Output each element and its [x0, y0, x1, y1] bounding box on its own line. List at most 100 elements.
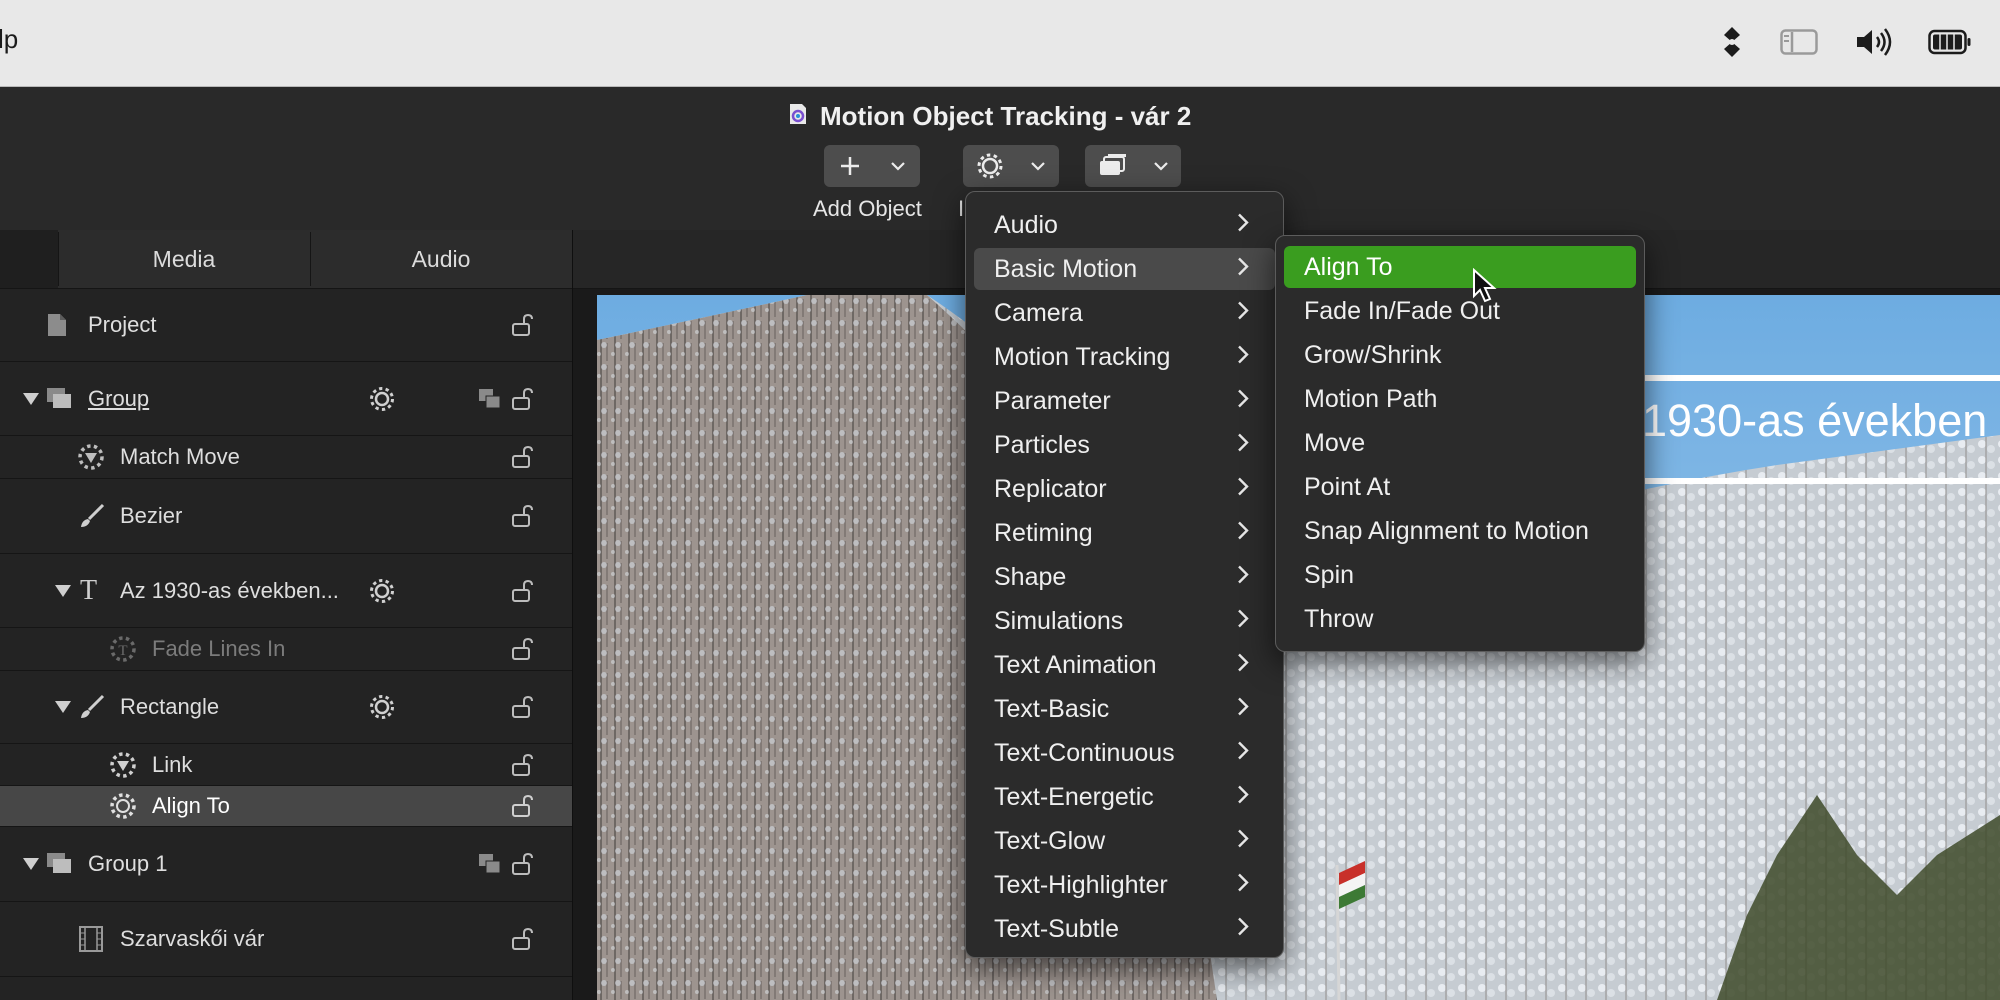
behaviors-menu-item-text-animation[interactable]: Text Animation: [974, 644, 1275, 686]
behaviors-menu-item-text-glow[interactable]: Text-Glow: [974, 820, 1275, 862]
add-object-label: Add Object: [813, 196, 922, 221]
tab-spacer: [0, 230, 58, 288]
behaviors-menu-item-motion-tracking[interactable]: Motion Tracking: [974, 336, 1275, 378]
layer-align-to[interactable]: Align To: [0, 786, 572, 827]
menu-item-label: Text-Subtle: [994, 914, 1120, 943]
gear-icon[interactable]: [368, 693, 396, 721]
behaviors-menu-item-parameter[interactable]: Parameter: [974, 380, 1275, 422]
film-icon: [78, 925, 104, 953]
isolate-icon[interactable]: [478, 388, 502, 410]
behaviors-menu-item-replicator[interactable]: Replicator: [974, 468, 1275, 510]
behaviors-menu-item-text-subtle[interactable]: Text-Subtle: [974, 908, 1275, 950]
submenu-item-motion-path[interactable]: Motion Path: [1284, 378, 1636, 420]
menu-item-label: Text-Highlighter: [994, 870, 1168, 899]
layer-project[interactable]: Project: [0, 289, 572, 362]
layer-footage[interactable]: Szarvaskői vár: [0, 902, 572, 977]
behaviors-menu-item-shape[interactable]: Shape: [974, 556, 1275, 598]
layer-group-1[interactable]: Group 1: [0, 827, 572, 902]
layer-match-move[interactable]: Match Move: [0, 436, 572, 479]
chevron-right-icon: [1237, 563, 1249, 592]
menu-item-label: Motion Tracking: [994, 342, 1171, 371]
chevron-right-icon: [1237, 607, 1249, 636]
menu-item-label: Text-Continuous: [994, 738, 1175, 767]
lock-open-icon[interactable]: [510, 753, 534, 777]
submenu-item-snap-alignment-to-motion[interactable]: Snap Alignment to Motion: [1284, 510, 1636, 552]
layer-bezier[interactable]: Bezier: [0, 479, 572, 554]
layer-rectangle[interactable]: Rectangle: [0, 671, 572, 744]
chevron-right-icon: [1237, 343, 1249, 372]
behaviors-menu-item-text-basic[interactable]: Text-Basic: [974, 688, 1275, 730]
menu-item-label: Particles: [994, 430, 1090, 459]
behaviors-menu-item-camera[interactable]: Camera: [974, 292, 1275, 334]
gear-icon[interactable]: [368, 577, 396, 605]
menu-item-label: Motion Path: [1304, 384, 1438, 413]
isolate-icon[interactable]: [478, 853, 502, 875]
app-menu-fragment[interactable]: lp: [0, 24, 18, 55]
lock-open-icon[interactable]: [510, 637, 534, 661]
submenu-item-fade-in-fade-out[interactable]: Fade In/Fade Out: [1284, 290, 1636, 332]
menu-bar: lp: [0, 0, 2000, 87]
behaviors-button[interactable]: [963, 145, 1059, 187]
lock-open-icon[interactable]: [510, 387, 534, 411]
behaviors-menu-item-text-energetic[interactable]: Text-Energetic: [974, 776, 1275, 818]
document-icon: [46, 312, 68, 338]
group-icon: [46, 852, 74, 876]
submenu-item-throw[interactable]: Throw: [1284, 598, 1636, 640]
disclosure-triangle-icon[interactable]: [22, 392, 40, 406]
battery-icon[interactable]: [1926, 22, 1974, 62]
behavior-icon: [108, 750, 138, 780]
svg-text:T: T: [118, 643, 127, 659]
behaviors-menu-item-text-highlighter[interactable]: Text-Highlighter: [974, 864, 1275, 906]
submenu-item-move[interactable]: Move: [1284, 422, 1636, 464]
tab-audio[interactable]: Audio: [311, 230, 571, 288]
layer-fade-lines-in[interactable]: T Fade Lines In: [0, 628, 572, 671]
layer-text[interactable]: T Az 1930-as években...: [0, 554, 572, 628]
submenu-item-spin[interactable]: Spin: [1284, 554, 1636, 596]
chevron-right-icon: [1237, 783, 1249, 812]
behaviors-menu-item-retiming[interactable]: Retiming: [974, 512, 1275, 554]
behaviors-menu-item-audio[interactable]: Audio: [974, 204, 1275, 246]
disclosure-triangle-icon[interactable]: [54, 584, 72, 598]
tab-media[interactable]: Media: [59, 230, 309, 288]
disclosure-triangle-icon[interactable]: [54, 700, 72, 714]
volume-icon[interactable]: [1852, 22, 1896, 62]
menu-item-label: Point At: [1304, 472, 1391, 501]
lock-open-icon[interactable]: [510, 313, 534, 337]
lock-open-icon[interactable]: [510, 852, 534, 876]
sidebar-toggle-icon[interactable]: [1778, 22, 1820, 62]
superstar-icon[interactable]: [1714, 22, 1750, 62]
behaviors-menu-item-particles[interactable]: Particles: [974, 424, 1275, 466]
menu-item-label: Spin: [1304, 560, 1355, 589]
layer-group[interactable]: Group: [0, 362, 572, 436]
chevron-right-icon: [1237, 739, 1249, 768]
lock-open-icon[interactable]: [510, 445, 534, 469]
canvas-title-text[interactable]: 1930-as években: [1642, 395, 1987, 447]
chevron-right-icon: [1237, 255, 1249, 284]
submenu-item-align-to[interactable]: Align To: [1284, 246, 1636, 288]
layer-label: Project: [88, 312, 157, 337]
lock-open-icon[interactable]: [510, 927, 534, 951]
add-object-button[interactable]: [824, 145, 920, 187]
motion-app-icon: [786, 100, 810, 133]
gear-icon[interactable]: [368, 385, 396, 413]
menu-item-label: Text-Basic: [994, 694, 1110, 723]
layer-label: Group 1: [88, 851, 168, 876]
layer-link[interactable]: Link: [0, 744, 572, 786]
behaviors-menu-item-basic-motion[interactable]: Basic Motion: [974, 248, 1275, 290]
filters-button[interactable]: [1085, 145, 1181, 187]
disclosure-triangle-icon[interactable]: [22, 857, 40, 871]
layer-label: Bezier: [120, 503, 183, 528]
chevron-right-icon: [1237, 827, 1249, 856]
behaviors-menu-item-text-continuous[interactable]: Text-Continuous: [974, 732, 1275, 774]
lock-open-icon[interactable]: [510, 579, 534, 603]
submenu-item-grow-shrink[interactable]: Grow/Shrink: [1284, 334, 1636, 376]
layer-label: Fade Lines In: [152, 636, 286, 661]
gear-icon: [977, 153, 1003, 179]
lock-open-icon[interactable]: [510, 794, 534, 818]
behaviors-menu-item-simulations[interactable]: Simulations: [974, 600, 1275, 642]
submenu-item-point-at[interactable]: Point At: [1284, 466, 1636, 508]
menu-item-label: Retiming: [994, 518, 1093, 547]
lock-open-icon[interactable]: [510, 695, 534, 719]
chevron-right-icon: [1237, 871, 1249, 900]
lock-open-icon[interactable]: [510, 504, 534, 528]
